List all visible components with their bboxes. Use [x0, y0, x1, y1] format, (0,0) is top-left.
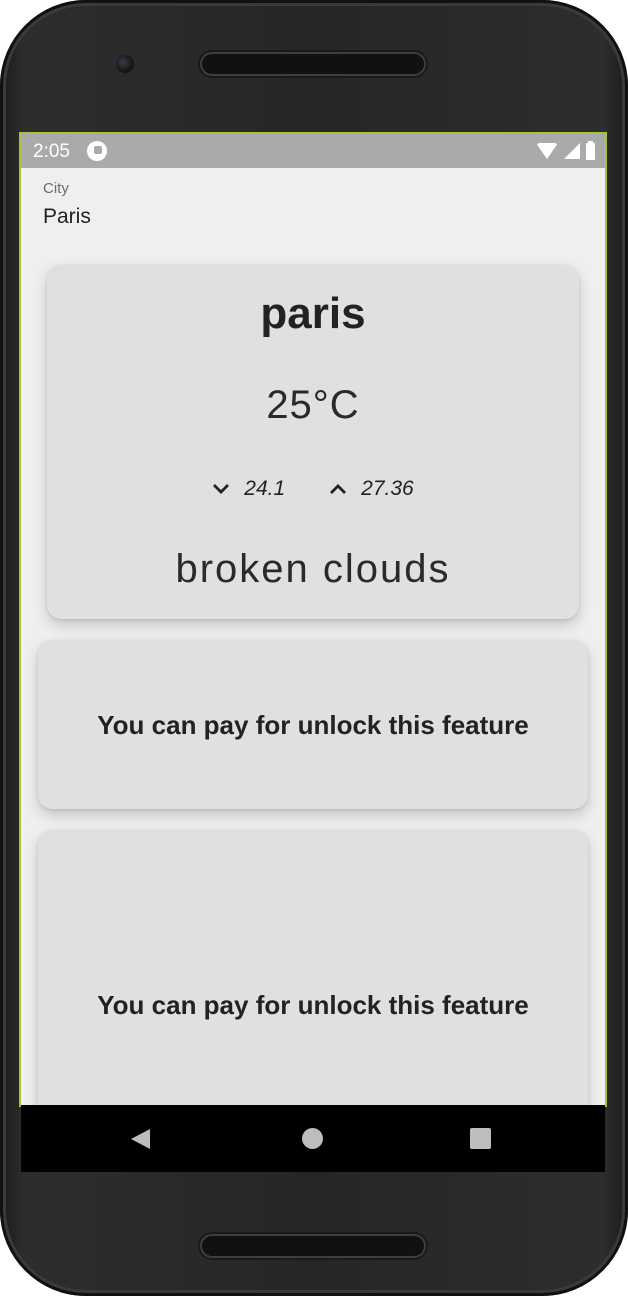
top-speaker	[200, 52, 426, 76]
max-temp-value: 27.36	[361, 477, 414, 500]
locked-feature-text: You can pay for unlock this feature	[97, 990, 529, 1020]
signal-icon	[564, 143, 580, 159]
weather-description: broken clouds	[175, 547, 451, 591]
city-field-label: City	[43, 180, 69, 197]
status-bar: 2:05	[21, 134, 605, 168]
weather-temperature: 25°C	[266, 383, 360, 427]
recents-icon[interactable]	[470, 1128, 491, 1149]
city-input[interactable]: Paris	[43, 205, 91, 229]
front-camera	[116, 55, 134, 73]
locked-feature-card[interactable]: You can pay for unlock this feature	[38, 830, 588, 1105]
locked-feature-card[interactable]: You can pay for unlock this feature	[38, 640, 588, 809]
app-notification-icon	[87, 141, 107, 161]
wifi-icon	[536, 143, 558, 159]
navigation-bar	[21, 1105, 605, 1172]
min-temp-group: 24.1	[212, 477, 285, 501]
min-max-row: 24.1 27.36	[47, 477, 579, 501]
status-icons	[536, 140, 595, 160]
weather-card: paris 25°C 24.1 27.36 broken clouds	[47, 265, 579, 619]
battery-icon	[586, 140, 595, 160]
min-temp-value: 24.1	[244, 477, 286, 500]
locked-feature-text: You can pay for unlock this feature	[97, 710, 529, 740]
chevron-down-icon	[213, 484, 230, 494]
screen: 2:05 City Paris paris 25°C 24.1 27.36 br…	[21, 134, 605, 1105]
weather-city-name: paris	[260, 289, 366, 338]
chevron-up-icon	[330, 484, 347, 494]
max-temp-group: 27.36	[329, 477, 414, 501]
phone-frame: 2:05 City Paris paris 25°C 24.1 27.36 br…	[0, 0, 628, 1296]
back-icon[interactable]	[131, 1129, 150, 1149]
home-icon[interactable]	[302, 1128, 323, 1149]
city-field[interactable]: City Paris	[43, 180, 91, 229]
status-time: 2:05	[33, 141, 70, 162]
bottom-speaker	[200, 1234, 426, 1258]
